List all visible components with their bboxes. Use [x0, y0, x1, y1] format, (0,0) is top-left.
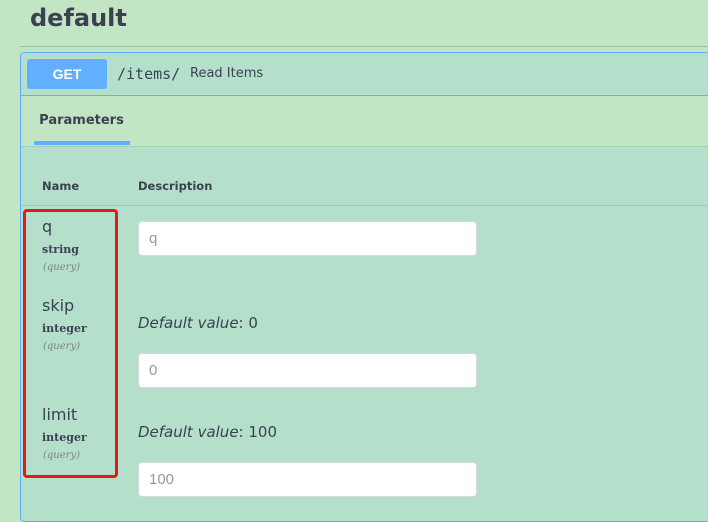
skip-default-label: Default value — [138, 314, 239, 332]
operation-path[interactable]: /items/ — [117, 65, 180, 83]
operation-summary-text[interactable]: Read Items — [190, 66, 263, 81]
q-input[interactable] — [138, 221, 477, 256]
skip-default-number: : 0 — [238, 314, 258, 332]
column-header-description: Description — [138, 179, 213, 193]
skip-input[interactable] — [138, 353, 477, 388]
tag-divider — [20, 46, 708, 47]
tab-bar: Parameters — [21, 96, 708, 147]
skip-default-value: Default value: 0 — [138, 314, 258, 332]
limit-default-number: : 100 — [238, 423, 277, 441]
limit-default-value: Default value: 100 — [138, 423, 277, 441]
tab-active-indicator — [34, 141, 130, 145]
operation-summary[interactable]: GET /items/ Read Items — [21, 53, 708, 96]
highlight-box — [23, 209, 118, 478]
operation-block: GET /items/ Read Items Parameters Name D… — [20, 52, 708, 522]
limit-default-label: Default value — [138, 423, 239, 441]
column-header-name: Name — [42, 179, 80, 193]
limit-input[interactable] — [138, 462, 477, 497]
header-divider — [21, 205, 708, 206]
method-badge[interactable]: GET — [27, 59, 107, 89]
tag-title[interactable]: default — [30, 4, 127, 32]
tab-parameters[interactable]: Parameters — [34, 113, 129, 128]
